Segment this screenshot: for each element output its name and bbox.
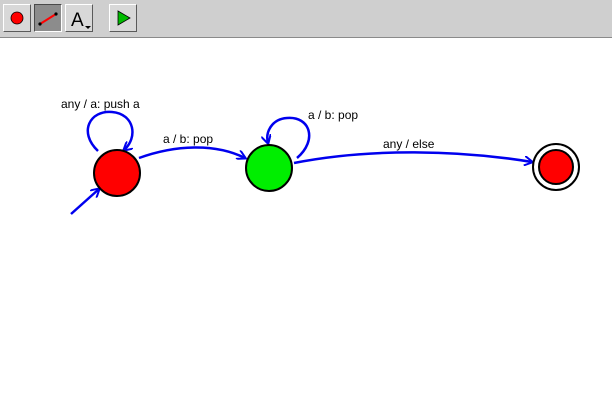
add-state-tool[interactable]: [3, 4, 31, 32]
red-dot-icon: [10, 11, 24, 25]
start-arrow[interactable]: [70, 189, 99, 215]
arrow-line-icon: [38, 12, 58, 26]
state-q1[interactable]: [245, 144, 293, 192]
text-tool-glyph: A: [71, 10, 84, 31]
add-transition-tool[interactable]: [34, 4, 62, 32]
run-tool[interactable]: [109, 4, 137, 32]
label-q0-self[interactable]: any / a: push a: [61, 97, 140, 111]
label-q1-q2[interactable]: any / else: [383, 137, 435, 151]
transition-q0-q1[interactable]: [138, 146, 245, 158]
label-q1-self[interactable]: a / b: pop: [308, 108, 358, 122]
label-q0-q1[interactable]: a / b: pop: [163, 132, 213, 146]
state-q0[interactable]: [93, 149, 141, 197]
transition-q0-self[interactable]: [86, 110, 134, 151]
state-q2[interactable]: [532, 143, 580, 191]
letter-a-icon: A: [71, 10, 91, 31]
transition-q1-q2[interactable]: [293, 151, 532, 163]
automaton-canvas[interactable]: any / a: push a a / b: pop a / b: pop an…: [0, 38, 612, 420]
text-tool[interactable]: A: [65, 4, 93, 32]
automaton-diagram: any / a: push a a / b: pop a / b: pop an…: [61, 97, 580, 215]
play-icon: [117, 10, 131, 26]
toolbar: A: [0, 0, 612, 38]
